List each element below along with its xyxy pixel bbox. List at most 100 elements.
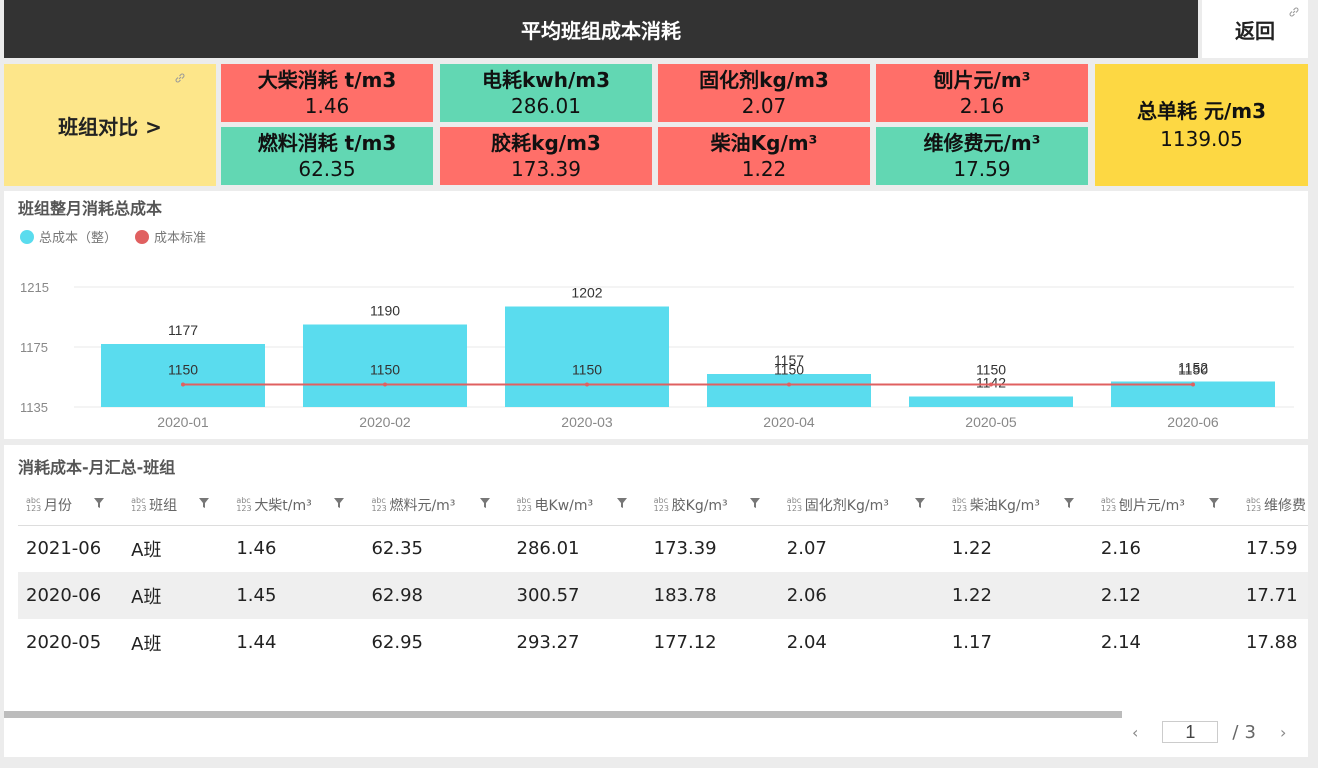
kpi-value: 286.01 xyxy=(511,94,581,118)
column-header[interactable]: abc 123 燃料元/m³ xyxy=(363,485,509,526)
x-tick-label: 2020-04 xyxy=(763,414,815,430)
table-row[interactable]: 2020-06 A班 1.45 62.98 300.57 183.78 2.06 1.22 2.… xyxy=(18,572,1308,619)
column-header-label: 胶Kg/m³ xyxy=(671,497,728,514)
table-cell: 62.98 xyxy=(363,572,509,619)
total-value: 1139.05 xyxy=(1160,127,1243,151)
column-header[interactable]: abc 123 胶Kg/m³ xyxy=(645,485,779,526)
text-type-icon: abc 123 xyxy=(786,495,803,513)
table-title: 消耗成本-月汇总-班组 xyxy=(18,458,176,477)
summary-table: abc 123 月份 abc 123 班组 abc 123 大柴t/m³ abc 123 燃料… xyxy=(18,485,1308,655)
kpi-label: 柴油Kg/m³ xyxy=(710,131,818,155)
table-cell: 17.71 xyxy=(1237,572,1308,619)
pagination: ‹ / 3 › xyxy=(1132,719,1286,745)
y-tick-label: 1175 xyxy=(20,340,48,355)
page-number-input[interactable] xyxy=(1162,721,1219,743)
kpi-value: 1.46 xyxy=(304,94,350,118)
table-cell: A班 xyxy=(131,633,162,655)
column-header-label: 燃料元/m³ xyxy=(389,497,456,514)
text-type-icon: abc 123 xyxy=(516,495,532,513)
y-tick-label: 1215 xyxy=(20,280,49,295)
chevron-right-icon[interactable]: › xyxy=(1280,723,1286,742)
text-type-icon: abc 123 xyxy=(236,495,252,513)
line-point xyxy=(787,382,791,387)
kpi-card: 维修费元/m³ 17.59 xyxy=(876,127,1088,185)
table-cell: 62.35 xyxy=(371,538,423,560)
page-title: 平均班组成本消耗 xyxy=(521,18,681,43)
filter-icon[interactable] xyxy=(93,497,105,513)
back-button-label: 返回 xyxy=(1235,18,1275,43)
filter-icon[interactable] xyxy=(749,497,761,513)
kpi-value: 173.39 xyxy=(511,157,581,181)
chart-panel: 班组整月消耗总成本 总成本（整） 成本标准 1215 1175 1135 1177 20… xyxy=(4,191,1308,439)
table-cell: 2021-06 xyxy=(26,538,102,560)
filter-icon[interactable] xyxy=(914,497,926,513)
horizontal-scrollbar[interactable] xyxy=(4,711,1122,718)
team-compare-button[interactable]: 班组对比 > xyxy=(4,64,216,186)
text-type-icon: abc 123 xyxy=(371,495,387,513)
table-cell: 2020-06 xyxy=(18,572,124,619)
table-cell: 2020-05 xyxy=(26,632,102,653)
table-container: abc 123 月份 abc 123 班组 abc 123 大柴t/m³ abc 123 燃料… xyxy=(18,485,1308,655)
table-row[interactable]: 2020-05 A班 1.44 62.95 293.27 177.12 2.04 1.17 2.… xyxy=(18,619,1308,655)
x-tick-label: 2020-01 xyxy=(157,414,209,430)
column-header-label: 大柴t/m³ xyxy=(254,497,312,514)
line-point xyxy=(1191,382,1195,387)
link-icon xyxy=(1288,6,1300,18)
table-panel: 消耗成本-月汇总-班组 abc 123 月份 abc 123 班组 abc 123 大柴t… xyxy=(4,445,1308,757)
line-value-label: 1150 xyxy=(1178,362,1208,378)
text-type-icon: abc 123 xyxy=(1100,495,1117,513)
table-cell: 17.59 xyxy=(1245,538,1298,560)
kpi-label: 电耗kwh/m3 xyxy=(481,68,611,92)
column-header[interactable]: abc 123 维修费 xyxy=(1237,485,1308,526)
column-header[interactable]: abc 123 柴油Kg/m³ xyxy=(943,485,1093,526)
filter-icon[interactable] xyxy=(1208,497,1220,513)
text-type-icon: abc 123 xyxy=(131,495,147,513)
table-cell: 62.95 xyxy=(371,632,423,653)
column-header[interactable]: abc 123 月份 xyxy=(18,485,124,526)
chevron-left-icon[interactable]: ‹ xyxy=(1132,723,1138,742)
bar-value-label: 1177 xyxy=(168,322,198,338)
filter-icon[interactable] xyxy=(616,497,628,513)
text-type-icon: abc 123 xyxy=(1245,495,1262,513)
table-row[interactable]: 2021-06 A班 1.46 62.35 286.01 173.39 2.07 1.22 2.… xyxy=(18,525,1308,572)
table-cell: 1.17 xyxy=(951,632,992,653)
table-cell: 2.12 xyxy=(1092,572,1238,619)
bar xyxy=(909,396,1073,407)
column-header[interactable]: abc 123 电Kw/m³ xyxy=(508,485,646,526)
filter-icon[interactable] xyxy=(1063,497,1075,513)
table-cell: 2.16 xyxy=(1100,538,1141,560)
bar xyxy=(505,306,669,407)
line-point xyxy=(181,382,185,387)
table-cell: 1.44 xyxy=(236,632,277,653)
back-button[interactable]: 返回 xyxy=(1202,0,1308,58)
line-value-label: 1150 xyxy=(572,362,602,378)
column-header-label: 刨片元/m³ xyxy=(1118,497,1185,514)
line-value-label: 1150 xyxy=(370,362,400,378)
column-header[interactable]: abc 123 刨片元/m³ xyxy=(1092,485,1238,526)
kpi-card: 胶耗kg/m3 173.39 xyxy=(440,127,652,185)
filter-icon[interactable] xyxy=(333,497,345,513)
column-header-label: 柴油Kg/m³ xyxy=(969,497,1040,514)
column-header-label: 维修费 xyxy=(1263,497,1306,514)
column-header[interactable]: abc 123 固化剂Kg/m³ xyxy=(778,485,944,526)
table-cell: 173.39 xyxy=(653,538,717,560)
x-tick-label: 2020-02 xyxy=(359,414,411,430)
table-cell: 1.45 xyxy=(228,572,364,619)
table-header-row: abc 123 月份 abc 123 班组 abc 123 大柴t/m³ abc 123 燃料… xyxy=(18,485,1308,526)
filter-icon[interactable] xyxy=(198,497,210,513)
column-header[interactable]: abc 123 大柴t/m³ xyxy=(228,485,364,526)
column-header[interactable]: abc 123 班组 xyxy=(123,485,229,526)
table-cell: 2.07 xyxy=(786,538,827,560)
table-cell: 300.57 xyxy=(508,572,646,619)
table-cell: 183.78 xyxy=(645,572,779,619)
filter-icon[interactable] xyxy=(479,497,491,513)
kpi-value: 2.07 xyxy=(741,94,787,118)
page-total: 3 xyxy=(1244,721,1256,743)
kpi-card: 电耗kwh/m3 286.01 xyxy=(440,64,652,122)
kpi-value: 62.35 xyxy=(298,157,356,181)
table-cell: 1.22 xyxy=(951,538,992,560)
bar-chart: 1215 1175 1135 1177 2020-01 1190 2020-02 1202 20… xyxy=(20,280,1294,430)
table-cell: A班 xyxy=(131,539,162,561)
table-cell: 2.14 xyxy=(1100,632,1141,653)
link-icon xyxy=(174,72,186,84)
